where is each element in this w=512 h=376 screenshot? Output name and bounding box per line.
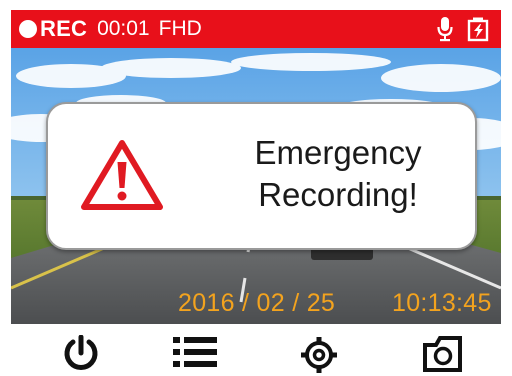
dashcam-screen: REC 00:01 FHD Emergency Recording! 2016 … xyxy=(0,0,512,376)
battery-charging-icon xyxy=(467,16,491,42)
resolution-label: FHD xyxy=(158,17,202,40)
elapsed-time: 00:01 xyxy=(97,17,150,40)
osd-date: 2016 / 02 / 25 xyxy=(178,289,336,317)
alert-message: Emergency Recording! xyxy=(218,132,458,216)
menu-button[interactable] xyxy=(173,335,217,376)
alert-line-1: Emergency xyxy=(254,134,422,171)
mic-icon xyxy=(437,16,453,42)
menu-icon xyxy=(173,335,217,369)
osd-time: 10:13:45 xyxy=(392,289,492,317)
status-icons xyxy=(437,16,491,42)
warning-triangle-icon xyxy=(80,138,164,212)
alert-line-2: Recording! xyxy=(258,176,418,213)
camera-icon xyxy=(422,335,464,373)
settings-button[interactable] xyxy=(297,335,341,376)
emergency-alert-dialog: Emergency Recording! xyxy=(46,102,477,250)
settings-icon xyxy=(299,335,339,375)
power-button[interactable] xyxy=(59,335,103,376)
rec-label: REC xyxy=(40,16,88,41)
bottom-button-bar xyxy=(0,324,512,376)
power-icon xyxy=(62,335,100,373)
status-bar: REC 00:01 FHD xyxy=(11,10,501,48)
snapshot-button[interactable] xyxy=(421,335,465,376)
record-indicator-icon xyxy=(19,20,37,38)
